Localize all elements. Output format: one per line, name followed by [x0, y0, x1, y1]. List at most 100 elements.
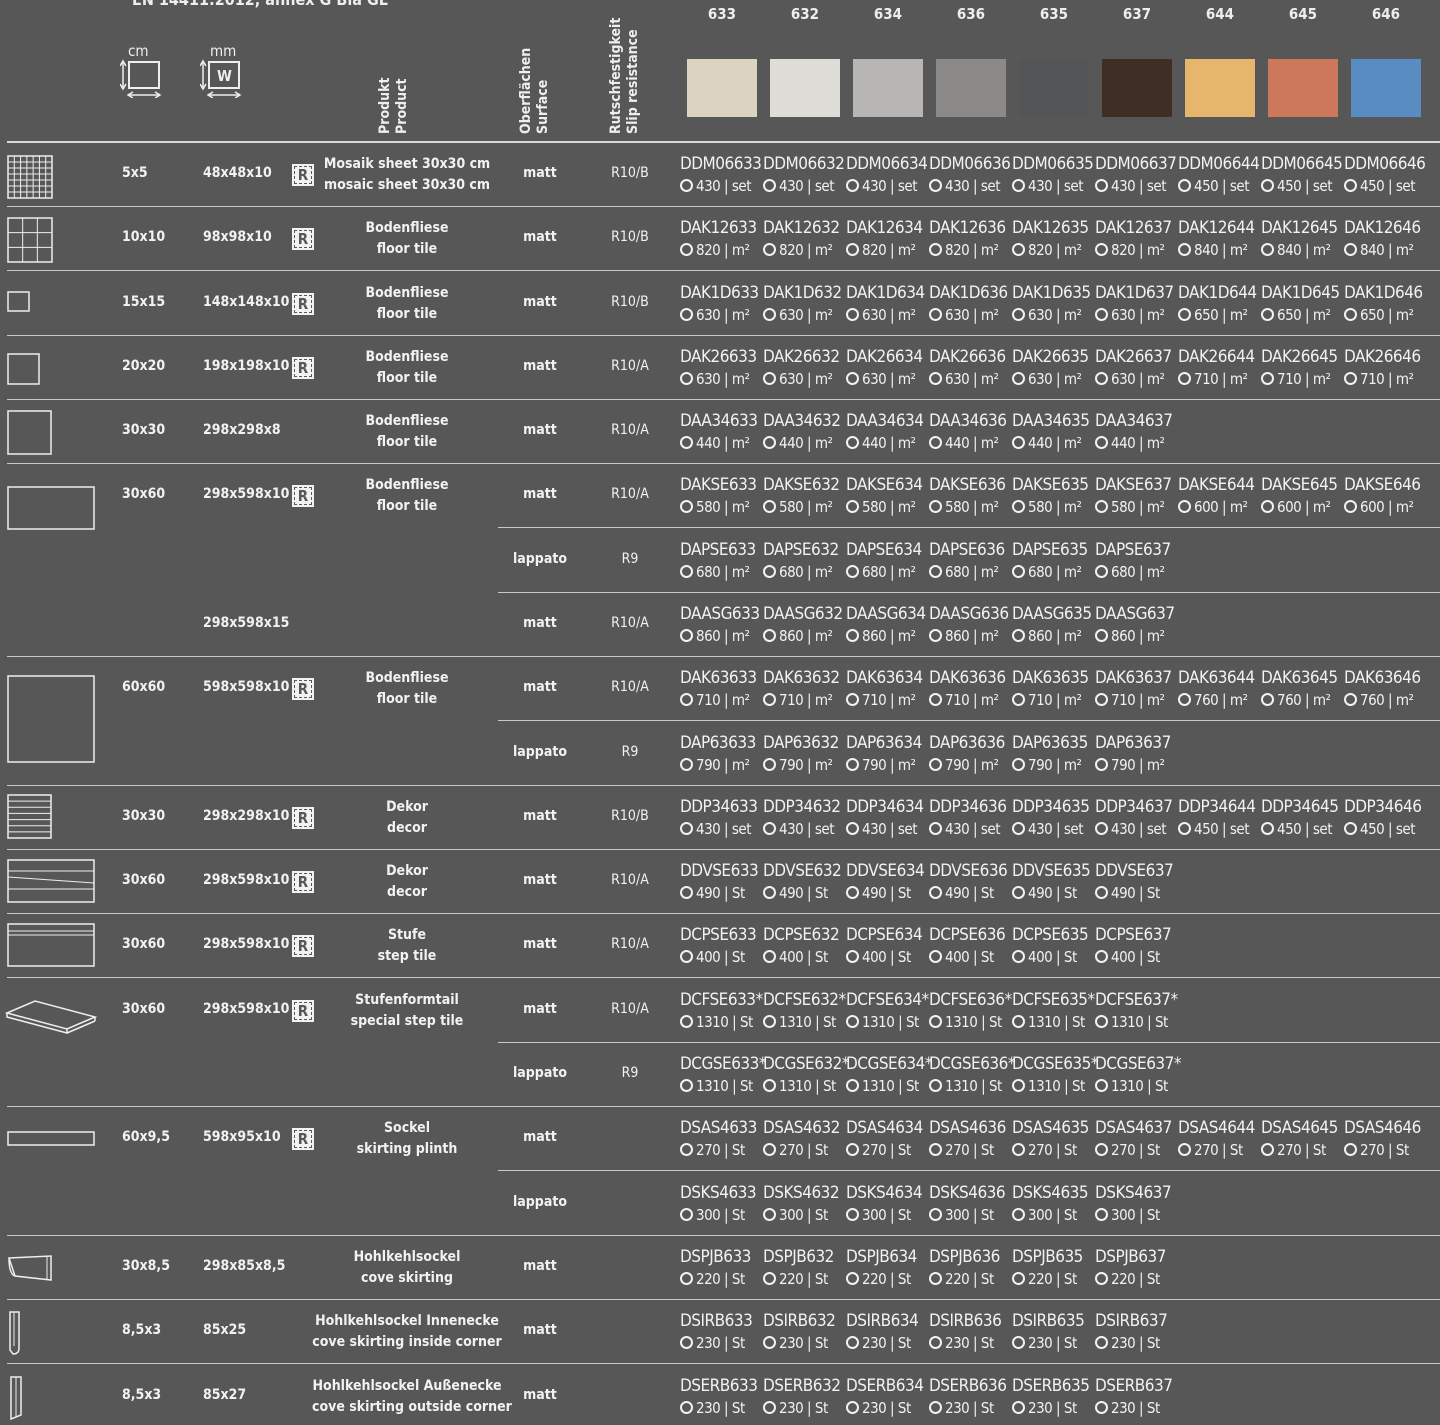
price-group-circle-icon: [846, 1336, 859, 1349]
price-group-circle-icon: [1095, 1015, 1108, 1028]
price-value: 430 | set: [862, 820, 918, 838]
article-cell: DAPSE637 680 | m²: [1095, 539, 1178, 583]
article-cell: DAK63634 710 | m²: [846, 667, 929, 711]
article-cell: DCFSE632* 1310 | St: [763, 989, 846, 1033]
slip-resistance: R10/B: [611, 808, 649, 824]
article-cell: DAKSE632 580 | m²: [763, 474, 846, 518]
price-group-circle-icon: [763, 1272, 776, 1285]
article-price: 430 | set: [763, 175, 846, 197]
price-value: 840 | m²: [1360, 241, 1414, 259]
size-mm: 298x598x10: [203, 872, 290, 888]
article-number: DCFSE637*: [1095, 990, 1178, 1010]
article-cell: DSAS4644 270 | St: [1178, 1117, 1261, 1161]
product-name-de: Dekor: [386, 799, 428, 815]
size-mm: 298x598x10: [203, 486, 290, 502]
price-value: 430 | set: [779, 820, 835, 838]
cove-skirting-icon: [7, 1254, 55, 1284]
price-group-circle-icon: [929, 822, 942, 835]
article-price: 430 | set: [1012, 818, 1095, 840]
size-cm: 30x60: [122, 872, 166, 888]
price-group-circle-icon: [1095, 565, 1108, 578]
price-group-circle-icon: [929, 693, 942, 706]
surface-finish: matt: [523, 936, 557, 952]
article-cell: DAK63637 710 | m²: [1095, 667, 1178, 711]
color-swatch-633: [687, 59, 757, 117]
price-value: 760 | m²: [1194, 691, 1248, 709]
article-number: DAK12634: [846, 218, 923, 238]
article-cell: DDM06644 450 | set: [1178, 153, 1261, 197]
size-mm: 85x27: [203, 1387, 247, 1403]
article-number: DDP34634: [846, 797, 924, 817]
article-number: DAK1D633: [680, 283, 759, 303]
price-value: 300 | St: [696, 1206, 745, 1224]
article-cell: DAASG633 860 | m²: [680, 603, 763, 647]
article-number: DAK12635: [1012, 218, 1089, 238]
rectangle-icon: [7, 486, 97, 532]
article-cell: DAK26645 710 | m²: [1261, 346, 1344, 390]
article-number: DCPSE632: [763, 925, 840, 945]
article-price: 650 | m²: [1344, 304, 1427, 326]
price-group-circle-icon: [680, 372, 693, 385]
price-value: 680 | m²: [1028, 563, 1082, 581]
price-group-circle-icon: [1095, 1143, 1108, 1156]
color-swatch-637: [1102, 59, 1172, 117]
article-cell: DSKS4637 300 | St: [1095, 1182, 1178, 1226]
article-cell: DAA34633 440 | m²: [680, 410, 763, 454]
price-group-circle-icon: [929, 500, 942, 513]
price-group-circle-icon: [1012, 565, 1025, 578]
article-number: DAKSE646: [1344, 475, 1421, 495]
article-cell: DCGSE634* 1310 | St: [846, 1053, 933, 1097]
article-number: DSKS4637: [1095, 1183, 1172, 1203]
price-group-circle-icon: [763, 565, 776, 578]
article-cell: DCPSE637 400 | St: [1095, 924, 1178, 968]
article-price: 220 | St: [763, 1268, 846, 1290]
price-value: 1310 | St: [862, 1077, 919, 1095]
price-value: 680 | m²: [862, 563, 916, 581]
price-value: 430 | set: [945, 177, 1001, 195]
price-value: 580 | m²: [696, 498, 750, 516]
row-divider: [7, 206, 1440, 207]
price-value: 790 | m²: [1028, 756, 1082, 774]
price-value: 270 | St: [1277, 1141, 1326, 1159]
article-number: DAK26634: [846, 347, 923, 367]
article-cell: DAA34636 440 | m²: [929, 410, 1012, 454]
article-price: 790 | m²: [763, 754, 846, 776]
article-cell: DAK1D635 630 | m²: [1012, 282, 1095, 326]
price-value: 630 | m²: [779, 306, 833, 324]
article-price: 270 | St: [1012, 1139, 1095, 1161]
price-group-circle-icon: [1012, 629, 1025, 642]
price-group-circle-icon: [846, 243, 859, 256]
article-number: DSIRB632: [763, 1311, 836, 1331]
color-swatch-645: [1268, 59, 1338, 117]
price-group-circle-icon: [680, 1143, 693, 1156]
price-value: 580 | m²: [779, 498, 833, 516]
color-code-635: 635: [1039, 5, 1069, 23]
price-group-circle-icon: [1012, 372, 1025, 385]
article-price: 490 | St: [1012, 882, 1095, 904]
article-cell: DAP63632 790 | m²: [763, 732, 846, 776]
article-number: DAK1D645: [1261, 283, 1340, 303]
article-price: 270 | St: [1261, 1139, 1344, 1161]
article-number: DSKS4635: [1012, 1183, 1089, 1203]
price-group-circle-icon: [1095, 436, 1108, 449]
price-value: 230 | St: [696, 1334, 745, 1352]
product-name: Bodenfliese floor tile: [312, 475, 502, 517]
surface-finish: lappato: [512, 1065, 568, 1081]
article-price: 680 | m²: [846, 561, 929, 583]
price-group-circle-icon: [1012, 308, 1025, 321]
article-cell: DAASG632 860 | m²: [763, 603, 846, 647]
product-name: Dekor decor: [312, 861, 502, 903]
price-group-circle-icon: [1261, 693, 1274, 706]
product-name-en: cove skirting outside corner: [312, 1399, 512, 1415]
article-price: 630 | m²: [680, 368, 763, 390]
price-group-circle-icon: [680, 1208, 693, 1221]
price-value: 270 | St: [862, 1141, 911, 1159]
price-group-circle-icon: [1344, 179, 1357, 192]
price-value: 450 | set: [1194, 177, 1250, 195]
step-tile-icon: [7, 923, 97, 969]
color-code-633: 633: [707, 5, 737, 23]
article-price: 1310 | St: [680, 1011, 763, 1033]
price-group-circle-icon: [763, 693, 776, 706]
article-number: DAK26635: [1012, 347, 1089, 367]
article-price: 710 | m²: [1344, 368, 1427, 390]
